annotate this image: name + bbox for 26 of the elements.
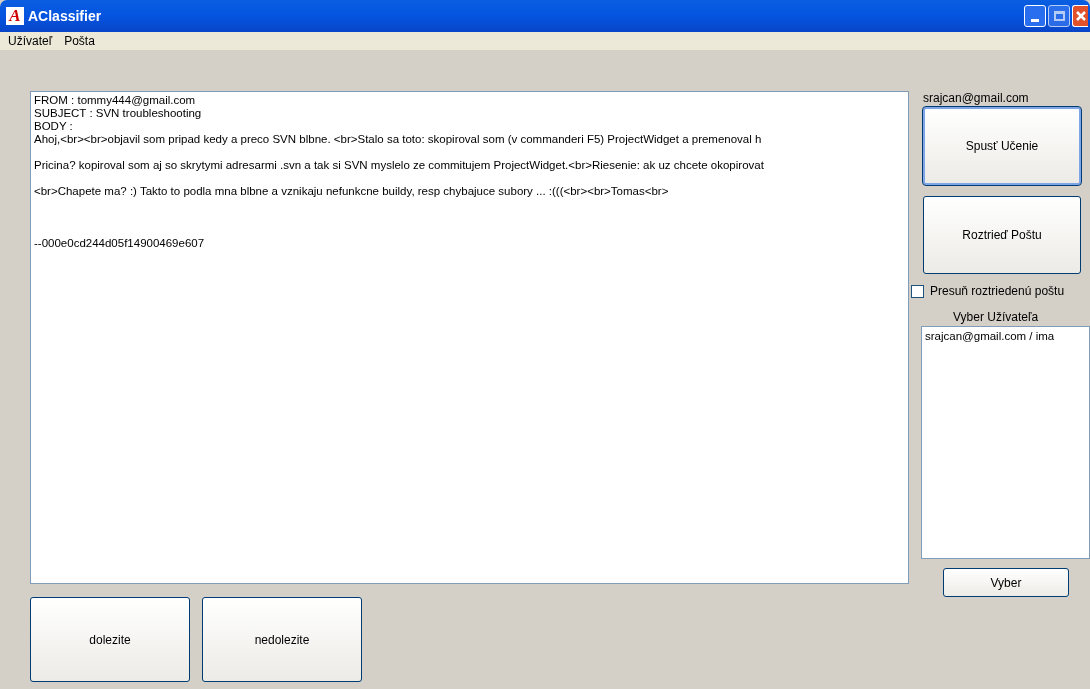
classify-button[interactable]: dolezite xyxy=(30,597,190,682)
select-button[interactable]: Vyber xyxy=(943,568,1069,597)
close-icon xyxy=(1075,11,1086,21)
user-list[interactable]: srajcan@gmail.com / ima xyxy=(921,326,1090,559)
maximize-button[interactable] xyxy=(1048,5,1070,27)
action-button[interactable]: Roztrieď Poštu xyxy=(923,196,1081,274)
message-line: FROM : tommy444@gmail.com xyxy=(34,94,196,107)
classify-button[interactable]: nedolezite xyxy=(202,597,362,682)
menu-item[interactable]: Pošta xyxy=(64,32,95,50)
user-list-item[interactable]: srajcan@gmail.com / ima xyxy=(925,328,1055,346)
checkbox-label: Presuň roztriedenú poštu xyxy=(930,283,1065,300)
close-button[interactable] xyxy=(1072,5,1088,27)
message-line: BODY : xyxy=(34,120,73,133)
account-label: srajcan@gmail.com xyxy=(923,90,1030,107)
message-line: Ahoj,<br><br>objavil som pripad kedy a preco SVN blbne. <br>Stalo sa toto: skopiroval som (v commanderi F5) ProjectWidget a premenoval h xyxy=(34,133,762,146)
action-button[interactable]: Spusť Učenie xyxy=(923,107,1081,185)
window-title: AClassifier xyxy=(28,6,102,26)
minimize-button[interactable] xyxy=(1024,5,1046,27)
message-line: SUBJECT : SVN troubleshooting xyxy=(34,107,202,120)
app-logo: A xyxy=(6,7,24,25)
menu-item[interactable]: Užívateľ xyxy=(8,32,53,50)
message-line: --000e0cd244d05f14900469e607 xyxy=(34,237,205,250)
user-list-label: Vyber Užívateľa xyxy=(953,309,1040,326)
checkbox[interactable] xyxy=(911,284,924,298)
message-line: Pricina? kopiroval som aj so skrytymi adresarmi .svn a tak si SVN myslelo ze commitujem ProjectWidget.<br>Riesenie: ak uz chcete okopirovat xyxy=(34,159,764,172)
message-line: <br>Chapete ma? :) Takto to podla mna blbne a vznikaju nefunkcne buildy, resp chybajuce subory ... :(((<br><br>Tomas<br> xyxy=(34,185,669,198)
